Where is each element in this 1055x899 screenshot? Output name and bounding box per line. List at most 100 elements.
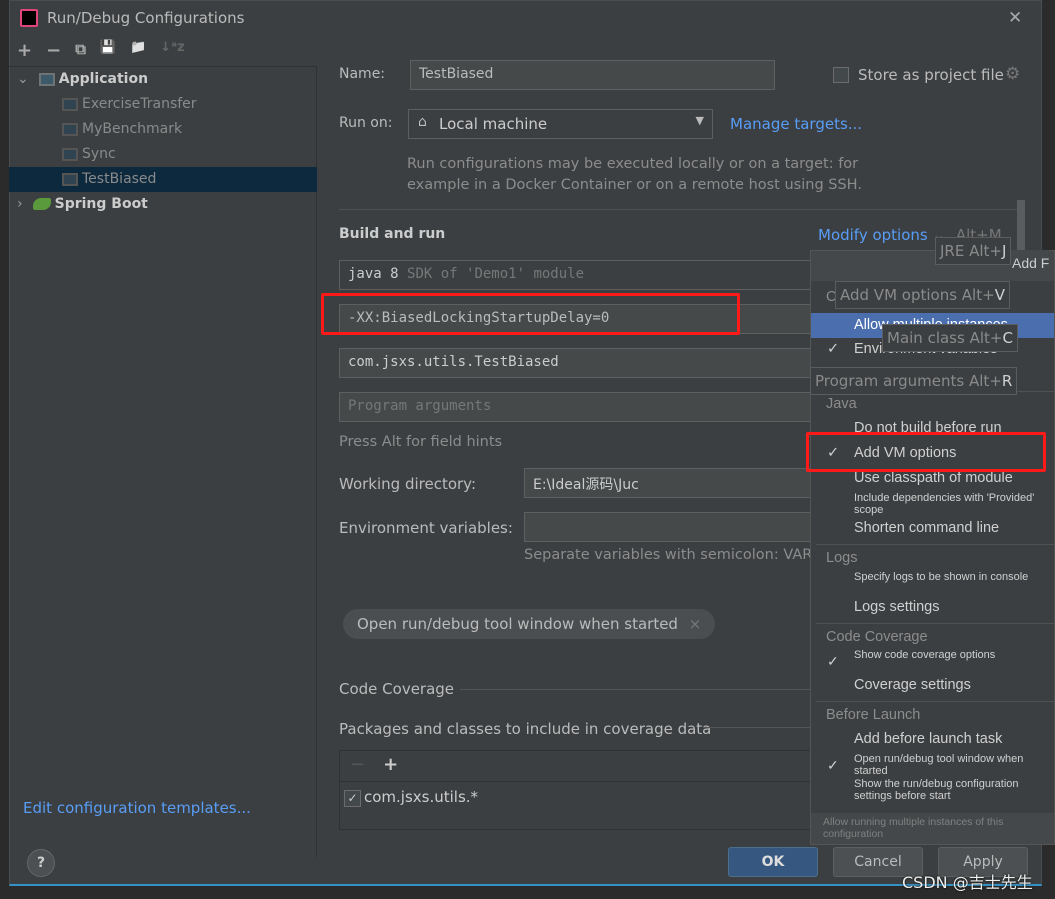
tree-item-testbiased[interactable]: TestBiased (9, 167, 317, 192)
check-icon: ✓ (827, 341, 840, 357)
menu-item-label: Specify logs to be shown in console (854, 571, 1029, 583)
menu-item-label: Use classpath of module (854, 470, 1013, 486)
store-checkbox[interactable] (833, 67, 849, 83)
run-on-select[interactable]: ⌂ Local machine ▼ (408, 109, 713, 139)
intellij-logo-icon (20, 9, 38, 27)
menu-section-title: Java (826, 396, 857, 412)
env-label: Environment variables: (339, 519, 513, 537)
menu-item-specify-logs[interactable]: Specify logs to be shown in console (811, 570, 1054, 595)
env-input[interactable] (524, 512, 819, 542)
application-icon (62, 172, 78, 186)
menu-item-label: Open run/debug tool window when started (854, 753, 1024, 777)
help-button[interactable]: ? (27, 849, 55, 877)
chip-label: Open run/debug tool window when started (357, 615, 678, 633)
menu-item-show-coverage-options[interactable]: ✓ Show code coverage options (811, 648, 1054, 673)
menu-item-label: Show code coverage options (854, 649, 996, 661)
manage-targets-link[interactable]: Manage targets... (730, 115, 862, 133)
shortcut-tooltip: Main class Alt+C (882, 324, 1018, 352)
chevron-right-icon[interactable]: › (17, 196, 23, 212)
menu-section-title: Before Launch (826, 707, 921, 723)
gear-icon[interactable]: ⚙ (1005, 64, 1020, 84)
application-icon (62, 122, 78, 136)
tree-label: Application (58, 71, 149, 87)
menu-item-shorten-command-line[interactable]: Shorten command line (811, 516, 1054, 541)
menu-item-label: Show the run/debug configuration setting… (854, 778, 1019, 802)
window-title: Run/Debug Configurations (47, 9, 245, 27)
name-input[interactable]: TestBiased (410, 60, 775, 90)
tree-label: Sync (82, 146, 116, 162)
chevron-down-icon[interactable]: ⌄ (17, 71, 29, 87)
menu-item-label: Add before launch task (854, 731, 1003, 747)
spring-boot-icon (32, 198, 51, 210)
store-label[interactable]: Store as project file (858, 66, 1004, 84)
menu-item-coverage-settings[interactable]: Coverage settings (811, 673, 1054, 698)
tree-item-mybenchmark[interactable]: MyBenchmark (9, 117, 317, 142)
highlight-box (321, 293, 740, 335)
new-folder-icon[interactable]: 📁 (130, 40, 146, 61)
watermark: CSDN @吉士先生 (902, 873, 1033, 892)
shortcut-tooltip: Add VM options Alt+V (835, 281, 1010, 309)
edit-templates-link[interactable]: Edit configuration templates... (23, 799, 251, 817)
menu-section-title: Logs (826, 550, 858, 566)
run-on-hint: Run configurations may be executed local… (407, 156, 862, 193)
home-icon: ⌂ (418, 114, 427, 130)
config-tree: ⌄ Application ExerciseTransfer MyBenchmar… (9, 67, 317, 857)
env-hint: Separate variables with semicolon: VAR (524, 547, 813, 563)
menu-item-logs-settings[interactable]: Logs settings (811, 595, 1054, 620)
name-label: Name: (339, 66, 386, 82)
menu-item-label: Logs settings (854, 599, 940, 615)
jre-hint: SDK of 'Demo1' module (407, 266, 585, 282)
jre-select[interactable]: java 8 SDK of 'Demo1' module (339, 260, 819, 290)
working-dir-label: Working directory: (339, 475, 477, 493)
application-icon (62, 147, 78, 161)
menu-item-add-before-launch[interactable]: Add before launch task (811, 727, 1054, 752)
application-error-icon (62, 97, 78, 111)
jre-value: java 8 (348, 266, 399, 282)
tree-item-exercisetransfer[interactable]: ExerciseTransfer (9, 92, 317, 117)
remove-icon[interactable]: − (46, 40, 61, 61)
modify-options-label: Modify options (818, 226, 928, 244)
shortcut-tooltip: Program arguments Alt+R (810, 367, 1018, 395)
tree-label: MyBenchmark (82, 121, 183, 137)
menu-item-label: Shorten command line (854, 520, 1000, 536)
tree-item-sync[interactable]: Sync (9, 142, 317, 167)
add-icon[interactable]: + (383, 754, 398, 775)
run-on-value: Local machine (439, 115, 548, 133)
menu-item-show-settings-before-start[interactable]: Show the run/debug configuration setting… (811, 777, 1054, 802)
working-dir-input[interactable]: E:\Ideal源码\Juc (524, 468, 819, 498)
tree-label: ExerciseTransfer (82, 96, 197, 112)
shortcut-tooltip: JRE Alt+J (935, 237, 1012, 265)
close-icon[interactable]: × (689, 615, 702, 633)
check-icon: ✓ (827, 757, 839, 773)
highlight-box (806, 432, 1046, 472)
menu-footer-hint: Allow running multiple instances of this… (811, 813, 1054, 844)
packages-label: Packages and classes to include in cover… (339, 720, 712, 738)
field-hints-text: Press Alt for field hints (339, 434, 503, 450)
close-button[interactable]: ✕ (1008, 8, 1022, 28)
add-icon[interactable]: + (17, 40, 32, 61)
tree-node-spring-boot[interactable]: › Spring Boot (9, 192, 317, 217)
menu-item-include-dependencies[interactable]: Include dependencies with 'Provided' sco… (811, 491, 1054, 516)
save-icon[interactable]: 💾 (100, 40, 116, 61)
program-arguments-input[interactable]: Program arguments (339, 392, 819, 422)
coverage-row[interactable]: ✓ com.jsxs.utils.* (340, 782, 819, 813)
menu-section-title: Code Coverage (826, 629, 928, 645)
checkbox-checked-icon[interactable]: ✓ (344, 790, 361, 807)
tree-node-application[interactable]: ⌄ Application (9, 67, 317, 92)
option-chip[interactable]: Open run/debug tool window when started … (343, 609, 716, 639)
menu-item-label: Include dependencies with 'Provided' sco… (854, 492, 1035, 516)
shortcut-tooltip: Add F (1011, 250, 1051, 278)
menu-item-label: Coverage settings (854, 677, 971, 693)
main-class-input[interactable]: com.jsxs.utils.TestBiased (339, 348, 819, 378)
sort-icon[interactable]: ↓ᵃz (160, 40, 184, 61)
run-on-label: Run on: (339, 115, 393, 131)
copy-icon[interactable]: ⧉ (75, 40, 86, 61)
application-icon (38, 72, 55, 86)
coverage-table: − + ✓ com.jsxs.utils.* (339, 750, 820, 830)
check-icon: ✓ (827, 653, 839, 669)
coverage-entry: com.jsxs.utils.* (364, 788, 479, 806)
ok-button[interactable]: OK (728, 847, 818, 877)
menu-item-open-tool-window[interactable]: ✓ Open run/debug tool window when started (811, 752, 1054, 777)
code-coverage-heading: Code Coverage (339, 680, 455, 698)
remove-icon[interactable]: − (350, 754, 365, 775)
